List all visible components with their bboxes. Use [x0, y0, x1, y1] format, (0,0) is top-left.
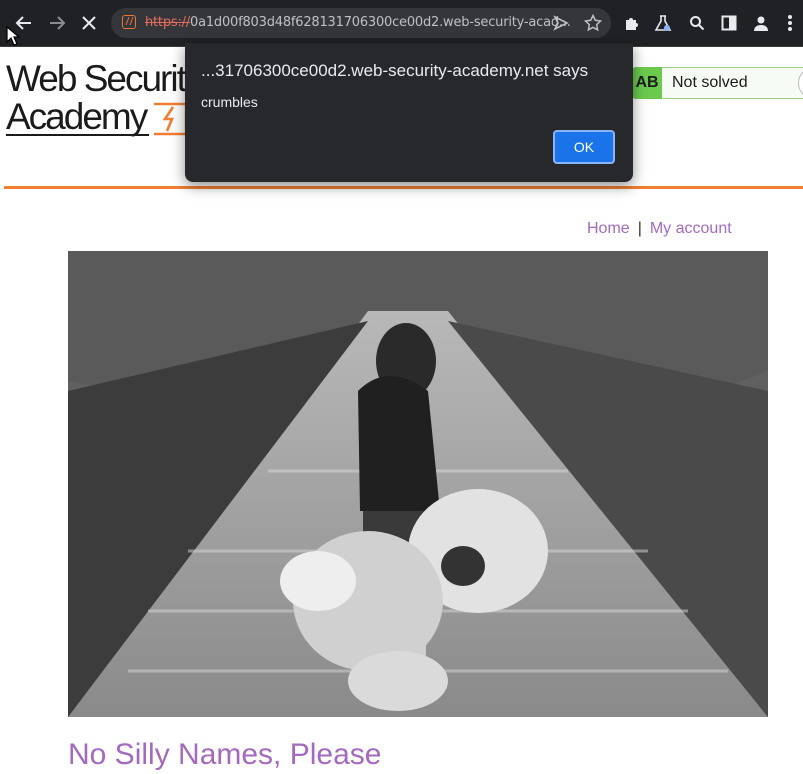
logo-underline [6, 134, 149, 136]
stop-loading-icon[interactable] [74, 8, 104, 38]
profile-icon[interactable] [746, 8, 776, 38]
alert-ok-button[interactable]: OK [553, 130, 615, 164]
url-host: 0a1d00f803d48f628131706300ce00d2.web-sec… [190, 15, 571, 30]
flask-icon[interactable] [798, 67, 803, 99]
bookmark-star-icon[interactable] [583, 13, 603, 37]
address-bar[interactable]: https://0a1d00f803d48f628131706300ce00d2… [111, 8, 611, 38]
extensions-puzzle-icon[interactable] [617, 8, 647, 38]
js-alert-dialog: ...31706300ce00d2.web-security-academy.n… [185, 43, 633, 182]
logo-line-2: Academy [6, 96, 148, 137]
kebab-menu-icon[interactable] [775, 8, 803, 38]
side-panel-icon[interactable] [714, 8, 744, 38]
browser-toolbar: https://0a1d00f803d48f628131706300ce00d2… [0, 0, 803, 47]
url-scheme: https:// [145, 15, 190, 30]
lab-flask-icon[interactable] [648, 8, 678, 38]
logo-bolt-icon [154, 102, 188, 136]
forward-arrow-icon[interactable] [42, 8, 72, 38]
url-text: https://0a1d00f803d48f628131706300ce00d2… [145, 15, 571, 30]
lab-badge: AB [632, 67, 662, 99]
nav-my-account-link[interactable]: My account [650, 220, 732, 237]
header-divider [4, 186, 803, 189]
send-to-device-icon[interactable] [553, 14, 569, 37]
top-nav: Home | My account [587, 220, 732, 238]
lab-favicon-icon [122, 15, 136, 29]
post-title[interactable]: No Silly Names, Please [68, 738, 381, 772]
post-hero-image [68, 251, 768, 717]
search-icon[interactable] [682, 8, 712, 38]
lab-status-pill: Not solved [662, 67, 803, 99]
alert-title: ...31706300ce00d2.web-security-academy.n… [201, 61, 589, 80]
lab-status-label: Not solved [672, 74, 748, 91]
nav-home-link[interactable]: Home [587, 220, 630, 237]
nav-separator: | [637, 220, 642, 237]
mouse-cursor-icon [6, 26, 20, 46]
alert-message: crumbles [201, 94, 258, 110]
logo-line-1: Web Securit [6, 58, 187, 99]
